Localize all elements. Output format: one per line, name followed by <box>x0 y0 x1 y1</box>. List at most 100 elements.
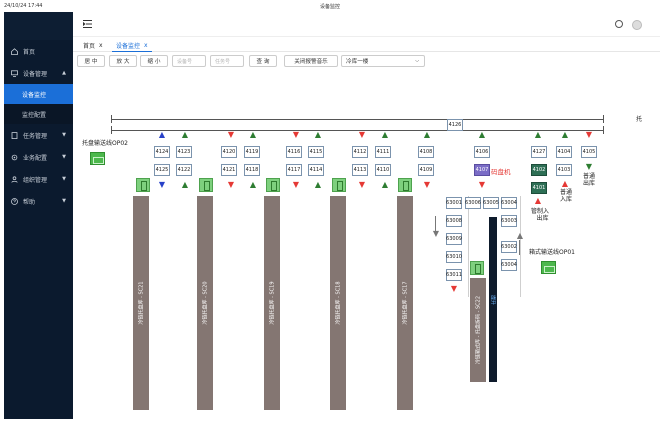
conveyor-4123[interactable]: 4123 <box>176 146 192 158</box>
mute-alarm-button[interactable]: 关闭报警音乐 <box>284 55 338 67</box>
normal-out-label: 普通 出库 <box>583 173 595 187</box>
conveyor-4106[interactable]: 4106 <box>474 146 490 158</box>
arrow-up-icon: ▲ <box>249 130 257 139</box>
conveyor-63009[interactable]: 63009 <box>446 233 462 245</box>
close-icon[interactable]: x <box>144 42 148 49</box>
pallet-platform[interactable] <box>332 178 346 192</box>
tab-device-monitor[interactable]: 设备监控 x <box>112 39 152 52</box>
stacker-sc22[interactable]: 冷链箱式库 - 托盘拆码 - SC22 <box>470 278 486 382</box>
conveyor-63004[interactable]: 63004 <box>501 197 517 209</box>
arrow-up-icon: ▲ <box>314 130 322 139</box>
conveyor-63004-lower[interactable]: 63004 <box>501 259 517 271</box>
box-line-station[interactable] <box>541 261 556 274</box>
stacker-sc20[interactable]: 冷链托盘库 - SC20 <box>197 196 213 410</box>
location-select[interactable]: 冷库一楼 ⌵ <box>341 55 425 67</box>
conveyor-4122[interactable]: 4122 <box>176 164 192 176</box>
conveyor-63006[interactable]: 63006 <box>465 197 481 209</box>
conveyor-4119[interactable]: 4119 <box>244 146 260 158</box>
stacker-sc18[interactable]: 冷链托盘库 - SC18 <box>330 196 346 410</box>
conveyor-4104[interactable]: 4104 <box>556 146 572 158</box>
pallet-platform[interactable] <box>398 178 412 192</box>
conveyor-4115[interactable]: 4115 <box>308 146 324 158</box>
conveyor-4125[interactable]: 4125 <box>154 164 170 176</box>
conveyor-4121[interactable]: 4121 <box>221 164 237 176</box>
tab-home[interactable]: 首页 x <box>79 39 107 52</box>
mgr-in-label: 管制入 出库 <box>531 208 549 222</box>
pillar-label: 冷链箱式库 - 托盘拆码 - SC22 <box>475 296 482 364</box>
sidebar-item-home[interactable]: 首页 <box>4 40 73 62</box>
stacker-sc21[interactable]: 冷链托盘库 - SC21 <box>133 196 149 410</box>
arrow-up-icon: ▲ <box>381 130 389 139</box>
conveyor-4118[interactable]: 4118 <box>244 164 260 176</box>
conveyor-end <box>603 126 604 134</box>
conveyor-4126[interactable]: 4126 <box>447 119 463 131</box>
arrow-down-icon: ▼ <box>423 180 431 189</box>
sidebar-item-device-mgmt[interactable]: 设备管理 ▲ <box>4 62 73 84</box>
zoom-in-button[interactable]: 放 大 <box>109 55 137 67</box>
stacker-sc17[interactable]: 冷链托盘库 - SC17 <box>397 196 413 410</box>
arrow-up-icon: ▲ <box>534 196 542 205</box>
arrow-shaft <box>519 240 520 255</box>
conveyor-4117[interactable]: 4117 <box>286 164 302 176</box>
conveyor-63003[interactable]: 63003 <box>501 215 517 227</box>
conveyor-4101[interactable]: 4101 <box>531 182 547 194</box>
conveyor-4110[interactable]: 4110 <box>375 164 391 176</box>
pallet-line-station[interactable] <box>90 152 105 165</box>
conveyor-4111[interactable]: 4111 <box>375 146 391 158</box>
status-title: 设备监控 <box>319 4 340 10</box>
arrow-up-icon: ▲ <box>478 130 486 139</box>
conveyor-63002[interactable]: 63002 <box>501 241 517 253</box>
conveyor-4124[interactable]: 4124 <box>154 146 170 158</box>
normal-in-label: 普通 入库 <box>560 189 572 203</box>
conveyor-4114[interactable]: 4114 <box>308 164 324 176</box>
sidebar-item-task-mgmt[interactable]: 任务管理 ▼ <box>4 124 73 146</box>
lift-tower[interactable]: 提升 <box>489 217 497 382</box>
sidebar-logo <box>4 12 73 40</box>
conveyor-end <box>603 115 604 123</box>
label-line: 出库 <box>536 215 549 222</box>
pillar-label: 冷链托盘库 - SC18 <box>335 281 342 325</box>
conveyor-4113[interactable]: 4113 <box>352 164 368 176</box>
conveyor-4102[interactable]: 4102 <box>531 164 547 176</box>
arrow-down-icon: ▼ <box>292 180 300 189</box>
conveyor-4107[interactable]: 4107 <box>474 164 490 176</box>
close-icon[interactable]: x <box>99 42 103 49</box>
conveyor-4116[interactable]: 4116 <box>286 146 302 158</box>
sidebar-item-help[interactable]: 帮助 ▼ <box>4 190 73 212</box>
conveyor-63005[interactable]: 63005 <box>483 197 499 209</box>
conveyor-4120[interactable]: 4120 <box>221 146 237 158</box>
conveyor-4108[interactable]: 4108 <box>418 146 434 158</box>
device-number-input[interactable]: 设备号 <box>172 55 206 67</box>
stacker-sc19[interactable]: 冷链托盘库 - SC19 <box>264 196 280 410</box>
arrow-up-icon: ▲ <box>158 130 166 139</box>
arrow-shaft <box>435 216 436 231</box>
top-conveyor-line <box>111 119 603 120</box>
query-button[interactable]: 查 询 <box>249 55 277 67</box>
label-line: 普通 <box>560 189 573 196</box>
tab-label: 设备监控 <box>116 42 141 50</box>
conveyor-63011[interactable]: 63011 <box>446 269 462 281</box>
globe-icon[interactable] <box>615 20 623 28</box>
conveyor-4105[interactable]: 4105 <box>581 146 597 158</box>
conveyor-63001[interactable]: 63001 <box>446 197 462 209</box>
conveyor-4103[interactable]: 4103 <box>556 164 572 176</box>
pallet-platform[interactable] <box>266 178 280 192</box>
sidebar-subitem-device-monitor[interactable]: 设备监控 <box>4 84 73 104</box>
pallet-platform[interactable] <box>136 178 150 192</box>
task-number-input[interactable]: 任务号 <box>210 55 244 67</box>
conveyor-4127[interactable]: 4127 <box>531 146 547 158</box>
zoom-out-button[interactable]: 缩 小 <box>140 55 168 67</box>
sidebar-item-business-config[interactable]: 业务配置 ▼ <box>4 146 73 168</box>
pallet-platform[interactable] <box>470 261 484 275</box>
conveyor-4109[interactable]: 4109 <box>418 164 434 176</box>
avatar-icon[interactable] <box>632 20 642 30</box>
menu-toggle-icon[interactable] <box>82 19 92 29</box>
pallet-platform[interactable] <box>199 178 213 192</box>
sidebar-subitem-monitor-config[interactable]: 监控配置 <box>4 104 73 124</box>
arrow-down-icon: ▼ <box>585 162 593 171</box>
sidebar-item-org-mgmt[interactable]: 组织管理 ▼ <box>4 168 73 190</box>
conveyor-4112[interactable]: 4112 <box>352 146 368 158</box>
conveyor-63010[interactable]: 63010 <box>446 251 462 263</box>
center-button[interactable]: 居 中 <box>77 55 105 67</box>
conveyor-63008[interactable]: 63008 <box>446 215 462 227</box>
